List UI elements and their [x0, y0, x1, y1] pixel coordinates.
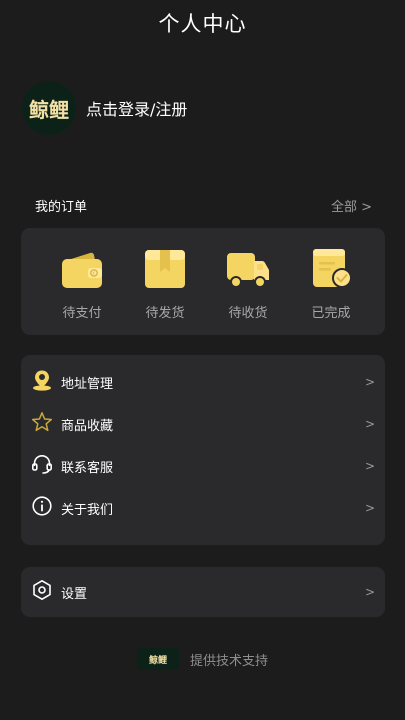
login-register-link[interactable]: 点击登录/注册 — [86, 96, 187, 120]
chevron-right-icon: > — [364, 417, 375, 431]
footer-logo: 鲸鲤 — [136, 648, 179, 670]
order-label: 待收货 — [228, 306, 268, 321]
delivery-truck-icon — [226, 248, 270, 294]
settings-hexagon-icon — [31, 579, 53, 605]
menu-item-favorites[interactable]: 商品收藏 > — [21, 403, 385, 445]
menu-item-settings[interactable]: 设置 > — [21, 571, 385, 613]
menu-card: 地址管理 > 商品收藏 > 联系客服 > 关于我们 > — [21, 355, 385, 545]
order-pending-receipt[interactable]: 待收货 — [225, 248, 271, 321]
profile-section[interactable]: 鲸鲤 点击登录/注册 — [22, 80, 187, 136]
orders-card: € 待支付 待发货 待收货 已完成 — [21, 228, 385, 335]
completed-check-icon — [309, 248, 353, 294]
orders-view-all-link[interactable]: 全部 > — [331, 196, 372, 215]
menu-item-label: 设置 — [61, 586, 88, 602]
menu-item-label: 地址管理 — [61, 376, 114, 392]
menu-item-label: 联系客服 — [61, 460, 114, 476]
menu-item-about[interactable]: 关于我们 > — [21, 487, 385, 529]
chevron-right-icon: > — [364, 501, 375, 515]
avatar[interactable]: 鲸鲤 — [22, 81, 76, 135]
menu-item-address[interactable]: 地址管理 > — [21, 361, 385, 403]
orders-header: 我的订单 全部 > — [35, 196, 372, 215]
menu-item-label: 关于我们 — [61, 502, 114, 518]
wallet-icon: € — [60, 248, 104, 294]
chevron-right-icon: > — [364, 375, 375, 389]
footer: 鲸鲤 提供技术支持 — [0, 648, 405, 670]
order-label: 待支付 — [62, 306, 102, 321]
order-label: 待发货 — [145, 306, 185, 321]
order-completed[interactable]: 已完成 — [308, 248, 354, 321]
menu-item-label: 商品收藏 — [61, 418, 114, 434]
svg-text:€: € — [93, 271, 96, 277]
package-box-icon — [143, 248, 187, 294]
page-title: 个人中心 — [158, 12, 247, 36]
menu-item-customer-service[interactable]: 联系客服 > — [21, 445, 385, 487]
orders-title: 我的订单 — [35, 200, 88, 215]
settings-card: 设置 > — [21, 567, 385, 617]
order-pending-shipment[interactable]: 待发货 — [142, 248, 188, 321]
footer-text: 提供技术支持 — [189, 653, 268, 669]
star-icon — [31, 411, 53, 437]
headset-icon — [31, 453, 53, 479]
chevron-right-icon: > — [364, 459, 375, 473]
info-icon — [31, 495, 53, 521]
location-pin-icon — [31, 369, 53, 395]
chevron-right-icon: > — [364, 585, 375, 599]
order-pending-payment[interactable]: € 待支付 — [59, 248, 105, 321]
order-label: 已完成 — [311, 306, 351, 321]
